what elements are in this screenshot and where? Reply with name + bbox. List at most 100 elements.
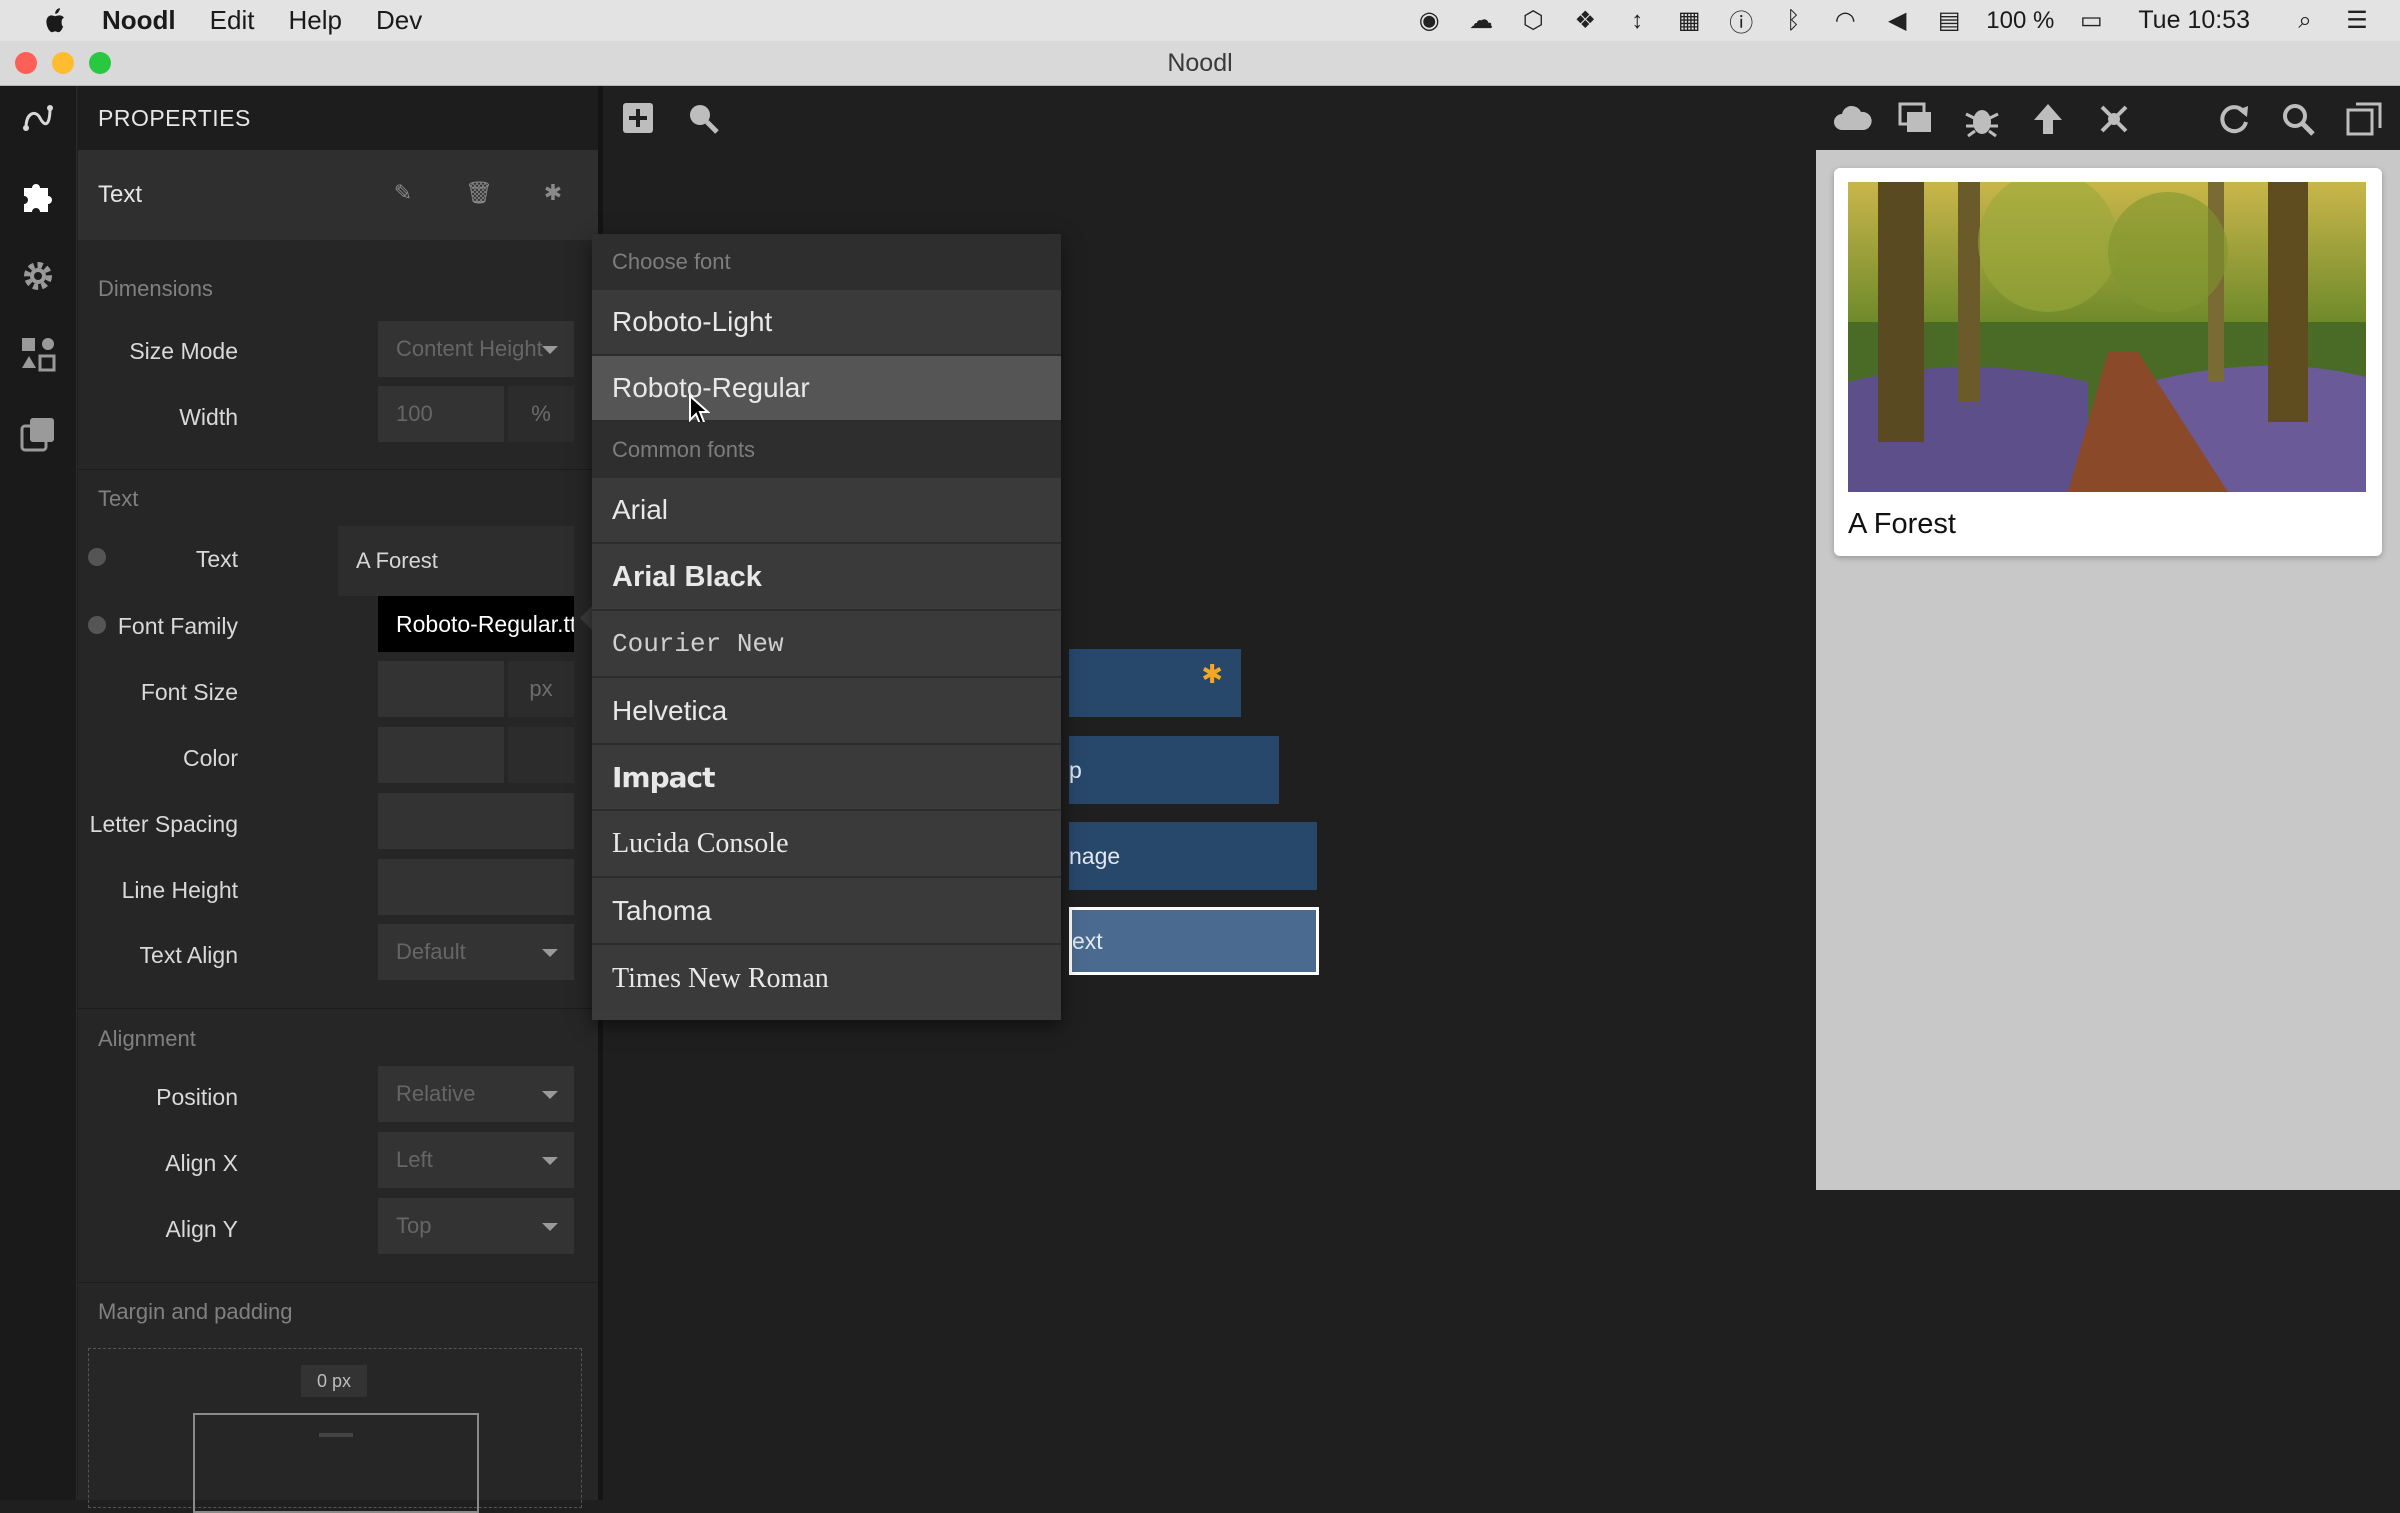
position-label: Position: [156, 1084, 238, 1110]
section-dimensions: Dimensions: [98, 276, 213, 301]
debug-bug-icon[interactable]: [1962, 100, 2002, 138]
font-option-roboto-regular[interactable]: Roboto-Regular: [592, 356, 1061, 426]
canvas-node[interactable]: ✱: [1069, 649, 1241, 717]
text-align-select[interactable]: Default: [378, 924, 574, 980]
chevron-down-icon: [542, 1091, 558, 1099]
battery-icon[interactable]: ▭: [2076, 7, 2106, 35]
components-puzzle-icon[interactable]: [18, 176, 58, 216]
dropdown-pointer: [580, 606, 592, 630]
font-option-arial[interactable]: Arial: [592, 478, 1061, 544]
menubar-clock[interactable]: Tue 10:53: [2138, 6, 2250, 35]
canvas-node[interactable]: nage: [1069, 822, 1317, 890]
size-mode-select[interactable]: Content Height: [378, 321, 574, 377]
creative-cloud-icon[interactable]: ☁: [1466, 7, 1496, 35]
width-label: Width: [179, 404, 238, 430]
pages-copy-icon[interactable]: [18, 414, 58, 454]
settings-gear-icon[interactable]: [18, 256, 58, 296]
align-x-select[interactable]: Left: [378, 1132, 574, 1188]
font-family-input[interactable]: Roboto-Regular.ttf: [378, 596, 574, 652]
preview-empty-area: [1816, 1190, 2400, 1500]
upload-icon[interactable]: [2028, 100, 2068, 138]
network-icon[interactable]: [2094, 100, 2134, 138]
windows-icon[interactable]: [1896, 100, 1936, 138]
box-icon[interactable]: ⬡: [1518, 7, 1548, 35]
library-import-icon[interactable]: [18, 334, 58, 374]
position-select[interactable]: Relative: [378, 1066, 574, 1122]
inspect-search-icon[interactable]: [2278, 100, 2318, 138]
dropbox-icon[interactable]: ❖: [1570, 7, 1600, 35]
grid-icon[interactable]: ▦: [1674, 7, 1704, 35]
preview-toolbar: [1816, 86, 2400, 150]
flag-icon[interactable]: ▤: [1934, 7, 1964, 35]
properties-panel: PROPERTIES Text ✎ 🗑 ✱ Dimensions Size Mo…: [78, 86, 598, 1513]
text-input[interactable]: A Forest: [338, 526, 574, 596]
divider: [78, 1008, 598, 1009]
margin-top-value[interactable]: 0 px: [301, 1365, 367, 1397]
chevron-down-icon: [542, 1223, 558, 1231]
width-input[interactable]: 100: [378, 386, 504, 442]
font-option-courier-new[interactable]: Courier New: [592, 612, 1061, 678]
font-option-roboto-light[interactable]: Roboto-Light: [592, 290, 1061, 356]
apple-logo-icon[interactable]: [36, 5, 76, 37]
font-option-times-new-roman[interactable]: Times New Roman: [592, 946, 1061, 1012]
font-family-label: Font Family: [117, 613, 238, 639]
port-dot[interactable]: [88, 548, 106, 566]
chevron-down-icon: [542, 949, 558, 957]
app-preview[interactable]: A Forest: [1816, 150, 2400, 1190]
port-dot[interactable]: [88, 616, 106, 634]
font-size-input[interactable]: [378, 661, 504, 717]
divider: [78, 469, 598, 470]
color-swatch[interactable]: [508, 727, 574, 783]
align-y-label: Align Y: [165, 1216, 238, 1242]
font-option-impact[interactable]: Impact: [592, 745, 1061, 811]
window-title: Noodl: [1167, 49, 1233, 77]
size-mode-label: Size Mode: [129, 338, 238, 364]
notification-center-icon[interactable]: ☰: [2342, 7, 2372, 35]
font-option-arial-black[interactable]: Arial Black: [592, 545, 1061, 611]
battery-percent[interactable]: 100 %: [1986, 7, 2054, 35]
align-x-label: Align X: [165, 1150, 238, 1176]
resize-icon[interactable]: ↕: [1622, 7, 1652, 35]
search-icon[interactable]: [685, 100, 721, 136]
record-icon[interactable]: ◉: [1414, 7, 1444, 35]
bluetooth-icon[interactable]: ᛒ: [1778, 7, 1808, 35]
color-input[interactable]: [378, 727, 504, 783]
noodl-logo-icon[interactable]: [18, 98, 58, 138]
cloud-icon[interactable]: [1832, 100, 1872, 138]
line-height-label: Line Height: [121, 877, 238, 903]
group-common-fonts: Common fonts: [592, 422, 1061, 478]
canvas-node[interactable]: p: [1069, 736, 1279, 804]
sidebar-rail: [0, 86, 77, 1500]
menu-dev[interactable]: Dev: [376, 5, 422, 36]
group-choose-font: Choose font: [592, 234, 1061, 290]
preview-card[interactable]: A Forest: [1834, 168, 2382, 556]
letter-spacing-input[interactable]: [378, 793, 574, 849]
font-option-helvetica[interactable]: Helvetica: [592, 679, 1061, 745]
popout-window-icon[interactable]: [2344, 100, 2384, 138]
line-height-input[interactable]: [378, 859, 574, 915]
font-option-lucida-console[interactable]: Lucida Console: [592, 812, 1061, 878]
padding-box: [193, 1413, 479, 1513]
refresh-icon[interactable]: [2214, 100, 2254, 138]
wifi-icon[interactable]: ◠: [1830, 7, 1860, 35]
add-node-icon[interactable]: [620, 100, 656, 136]
menu-edit[interactable]: Edit: [210, 5, 255, 36]
asterisk-icon[interactable]: ✱: [540, 180, 566, 206]
spotlight-search-icon[interactable]: ⌕: [2290, 7, 2320, 35]
padding-handle[interactable]: [319, 1433, 353, 1437]
app-menu[interactable]: Noodl: [102, 5, 176, 36]
font-size-unit[interactable]: px: [508, 661, 574, 717]
node-title-row: Text ✎ 🗑 ✱: [78, 150, 598, 240]
password-icon[interactable]: ⓘ: [1726, 7, 1756, 37]
align-y-select[interactable]: Top: [378, 1198, 574, 1254]
font-option-tahoma[interactable]: Tahoma: [592, 879, 1061, 945]
canvas-node-selected[interactable]: ext: [1069, 907, 1319, 975]
font-size-label: Font Size: [140, 679, 238, 705]
menu-help[interactable]: Help: [288, 5, 341, 36]
trash-icon[interactable]: 🗑: [465, 180, 493, 206]
chevron-down-icon: [542, 1157, 558, 1165]
volume-icon[interactable]: ◀: [1882, 7, 1912, 35]
edit-icon[interactable]: ✎: [390, 180, 416, 206]
width-unit[interactable]: %: [508, 386, 574, 442]
text-align-label: Text Align: [139, 942, 238, 968]
